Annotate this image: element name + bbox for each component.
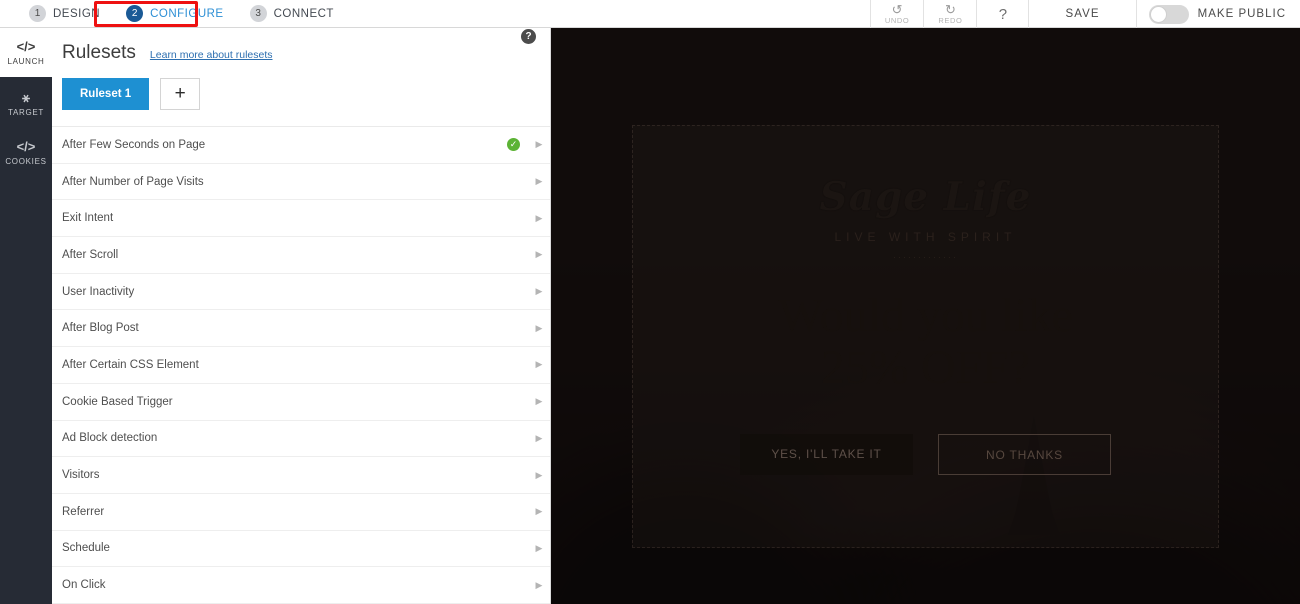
rule-name: On Click bbox=[62, 579, 106, 592]
step-number: 2 bbox=[126, 5, 144, 22]
chevron-right-icon[interactable]: ▶ bbox=[528, 176, 550, 187]
add-ruleset-button[interactable]: + bbox=[160, 78, 201, 110]
popup-modal: Sage Life LIVE WITH SPIRIT ·············… bbox=[632, 125, 1219, 548]
step-number: 1 bbox=[29, 5, 46, 22]
app-root: 1 DESIGN 2 CONFIGURE 3 CONNECT ↺ UNDO ↻ … bbox=[0, 0, 1300, 604]
rule-row[interactable]: After Number of Page Visits ▶ bbox=[52, 163, 550, 201]
rule-name: After Blog Post bbox=[62, 322, 139, 335]
step-connect[interactable]: 3 CONNECT bbox=[237, 0, 347, 28]
undo-label: UNDO bbox=[884, 15, 910, 25]
decline-offer-button[interactable]: NO THANKS bbox=[938, 433, 1111, 475]
rule-name: Visitors bbox=[62, 469, 100, 482]
top-right-actions: ↺ UNDO ↻ REDO ? SAVE MAKE PUBLIC bbox=[869, 0, 1300, 28]
toggle-switch[interactable] bbox=[1148, 4, 1189, 24]
chevron-right-icon[interactable]: ▶ bbox=[528, 213, 550, 224]
step-nav: 1 DESIGN 2 CONFIGURE 3 CONNECT bbox=[0, 0, 347, 28]
help-circle-icon[interactable]: ? bbox=[521, 29, 536, 44]
popup-modal-content: Sage Life LIVE WITH SPIRIT ·············… bbox=[633, 126, 1218, 547]
rule-name: User Inactivity bbox=[62, 285, 135, 298]
chevron-right-icon[interactable]: ▶ bbox=[528, 433, 550, 444]
rule-row[interactable]: Schedule ▶ bbox=[52, 530, 550, 568]
popup-headline: Would you like 25% OFF? bbox=[778, 290, 1073, 394]
rulesets-panel: Rulesets Learn more about rulesets ? Rul… bbox=[52, 28, 551, 604]
left-icon-rail: </> LAUNCH ⚹ TARGET </> COOKIES bbox=[0, 28, 52, 604]
rule-name: After Scroll bbox=[62, 248, 119, 261]
rule-row[interactable]: Referrer ▶ bbox=[52, 493, 550, 531]
step-number: 3 bbox=[249, 5, 267, 22]
rule-name: After Few Seconds on Page bbox=[62, 138, 206, 151]
rule-row[interactable]: Cookie Based Trigger ▶ bbox=[52, 383, 550, 421]
undo-icon: ↺ bbox=[891, 1, 903, 17]
make-public-label: MAKE PUBLIC bbox=[1197, 8, 1286, 20]
rule-name: Exit Intent bbox=[62, 212, 114, 225]
accept-offer-button[interactable]: YES, I'LL TAKE IT bbox=[740, 433, 913, 475]
toggle-knob bbox=[1149, 5, 1167, 23]
question-mark-icon: ? bbox=[998, 5, 1008, 23]
panel-header: Rulesets Learn more about rulesets ? bbox=[52, 28, 550, 64]
chevron-right-icon[interactable]: ▶ bbox=[528, 580, 550, 591]
chevron-right-icon[interactable]: ▶ bbox=[528, 323, 550, 334]
chevron-right-icon[interactable]: ▶ bbox=[528, 506, 550, 517]
rule-row[interactable]: Visitors ▶ bbox=[52, 457, 550, 494]
rule-row[interactable]: After Certain CSS Element ▶ bbox=[52, 347, 550, 384]
rule-enabled-check-icon: ✓ bbox=[507, 138, 520, 152]
tab-ruleset-1[interactable]: Ruleset 1 bbox=[62, 78, 150, 110]
rule-name: Referrer bbox=[62, 505, 105, 518]
redo-label: REDO bbox=[938, 15, 963, 25]
help-button[interactable]: ? bbox=[976, 0, 1028, 28]
step-label: CONNECT bbox=[273, 7, 334, 20]
chevron-right-icon[interactable]: ▶ bbox=[528, 543, 550, 554]
save-label: SAVE bbox=[1065, 8, 1100, 20]
rule-name: After Certain CSS Element bbox=[62, 358, 199, 371]
learn-more-link[interactable]: Learn more about rulesets bbox=[150, 49, 273, 61]
redo-icon: ↻ bbox=[944, 1, 956, 17]
rule-row[interactable]: After Blog Post ▶ bbox=[52, 310, 550, 348]
chevron-right-icon[interactable]: ▶ bbox=[528, 470, 550, 481]
undo-button[interactable]: ↺ UNDO bbox=[869, 0, 923, 28]
step-label: DESIGN bbox=[53, 7, 101, 20]
save-button[interactable]: SAVE bbox=[1028, 0, 1135, 28]
chevron-right-icon[interactable]: ▶ bbox=[528, 286, 550, 297]
plus-icon: + bbox=[174, 83, 186, 104]
person-icon: ⚹ bbox=[22, 89, 30, 105]
sidebar-item-label: TARGET bbox=[7, 107, 45, 117]
cta-button-row: YES, I'LL TAKE IT NO THANKS bbox=[740, 433, 1111, 475]
rule-row[interactable]: User Inactivity ▶ bbox=[52, 273, 550, 311]
rule-row[interactable]: After Few Seconds on Page ✓ ▶ bbox=[52, 127, 550, 164]
step-design[interactable]: 1 DESIGN bbox=[16, 0, 113, 28]
page-title: Rulesets bbox=[62, 42, 136, 63]
rule-row[interactable]: Exit Intent ▶ bbox=[52, 200, 550, 238]
chevron-right-icon[interactable]: ▶ bbox=[528, 396, 550, 407]
code-icon: </> bbox=[16, 138, 36, 154]
make-public-toggle[interactable]: MAKE PUBLIC bbox=[1135, 0, 1300, 28]
popup-preview: Sage Life LIVE WITH SPIRIT ·············… bbox=[551, 28, 1300, 604]
rule-name: Ad Block detection bbox=[62, 432, 158, 445]
sidebar-item-target[interactable]: ⚹ TARGET bbox=[0, 79, 52, 128]
chevron-right-icon[interactable]: ▶ bbox=[528, 139, 550, 150]
rule-name: After Number of Page Visits bbox=[62, 175, 204, 188]
sidebar-item-label: LAUNCH bbox=[7, 56, 45, 66]
headline-line-1: Would you like bbox=[778, 289, 1073, 342]
rule-row[interactable]: After Scroll ▶ bbox=[52, 237, 550, 274]
sidebar-item-label: COOKIES bbox=[5, 156, 47, 166]
chevron-right-icon[interactable]: ▶ bbox=[528, 359, 550, 370]
step-configure[interactable]: 2 CONFIGURE bbox=[113, 0, 237, 28]
sidebar-item-cookies[interactable]: </> COOKIES bbox=[0, 128, 52, 177]
sidebar-item-launch[interactable]: </> LAUNCH bbox=[0, 28, 52, 77]
rule-name: Cookie Based Trigger bbox=[62, 395, 173, 408]
top-toolbar: 1 DESIGN 2 CONFIGURE 3 CONNECT ↺ UNDO ↻ … bbox=[0, 0, 1300, 28]
rule-row[interactable]: Ad Block detection ▶ bbox=[52, 420, 550, 458]
rule-row[interactable]: On Click ▶ bbox=[52, 567, 550, 604]
dotted-divider: ············· bbox=[893, 252, 958, 262]
headline-line-2: 25% OFF? bbox=[820, 340, 1031, 394]
code-icon: </> bbox=[16, 38, 36, 54]
brand-logo: Sage Life bbox=[819, 174, 1032, 220]
brand-tagline: LIVE WITH SPIRIT bbox=[834, 230, 1017, 244]
rule-name: Schedule bbox=[62, 542, 110, 555]
step-label: CONFIGURE bbox=[150, 7, 224, 20]
chevron-right-icon[interactable]: ▶ bbox=[528, 249, 550, 260]
ruleset-tabs: Ruleset 1 + bbox=[52, 64, 550, 110]
redo-button[interactable]: ↻ REDO bbox=[923, 0, 976, 28]
rules-list: After Few Seconds on Page ✓ ▶ After Number … bbox=[52, 126, 550, 604]
